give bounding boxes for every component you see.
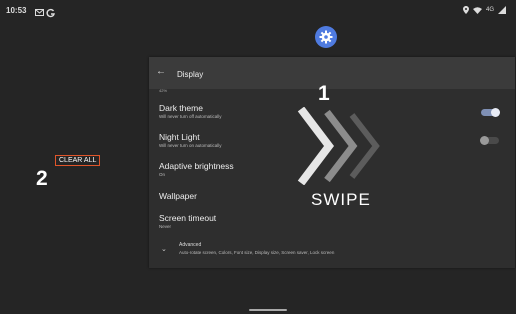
setting-title: Adaptive brightness: [159, 161, 234, 171]
google-icon: [46, 8, 55, 18]
advanced-subtitle: Auto-rotate screen, Colors, Font size, D…: [179, 250, 335, 255]
app-bar: ← Display: [149, 57, 515, 89]
signal-icon: [498, 6, 506, 14]
swipe-label: SWIPE: [311, 190, 371, 209]
setting-adaptive-brightness[interactable]: Adaptive brightness On: [159, 161, 234, 177]
step-1-label: 1: [318, 82, 330, 105]
setting-subtitle: Never: [159, 224, 172, 229]
toggle-knob: [491, 108, 500, 117]
network-type: 4G: [485, 7, 494, 13]
setting-night-light[interactable]: Night Light Will never turn on automatic…: [159, 132, 222, 148]
back-arrow-icon[interactable]: ←: [156, 66, 166, 77]
setting-title: Screen timeout: [159, 213, 217, 223]
setting-title: Wallpaper: [159, 191, 197, 201]
wifi-icon: [472, 6, 482, 14]
setting-subtitle: On: [159, 172, 166, 177]
toggle-knob: [480, 136, 489, 145]
home-indicator[interactable]: [249, 309, 287, 311]
setting-subtitle: Will never turn off automatically: [159, 114, 222, 119]
dark-theme-toggle[interactable]: [481, 108, 500, 117]
status-time: 10:53: [6, 6, 27, 15]
gmail-icon: [35, 9, 44, 16]
night-light-toggle[interactable]: [480, 136, 499, 145]
setting-dark-theme[interactable]: Dark theme Will never turn off automatic…: [159, 103, 221, 119]
chevron-down-icon[interactable]: ⌄: [161, 245, 167, 253]
page-title: Display: [177, 70, 204, 79]
setting-wallpaper[interactable]: Wallpaper: [159, 191, 197, 201]
swipe-chevrons-icon: [297, 107, 380, 185]
gear-icon[interactable]: [315, 26, 337, 48]
setting-screen-timeout[interactable]: Screen timeout Never: [159, 213, 216, 229]
location-icon: [462, 6, 469, 14]
notification-icons: [35, 5, 57, 23]
setting-title: Dark theme: [159, 103, 203, 113]
cut-off-text: 42%: [159, 88, 168, 93]
system-icons: 4G: [462, 5, 506, 15]
setting-title: Night Light: [159, 132, 200, 142]
advanced-title[interactable]: Advanced: [179, 242, 201, 248]
setting-subtitle: Will never turn on automatically: [159, 143, 222, 148]
status-bar: 10:53 4G: [0, 0, 516, 20]
step-2-label: 2: [36, 167, 48, 190]
clear-all-button[interactable]: CLEAR ALL: [55, 155, 101, 166]
